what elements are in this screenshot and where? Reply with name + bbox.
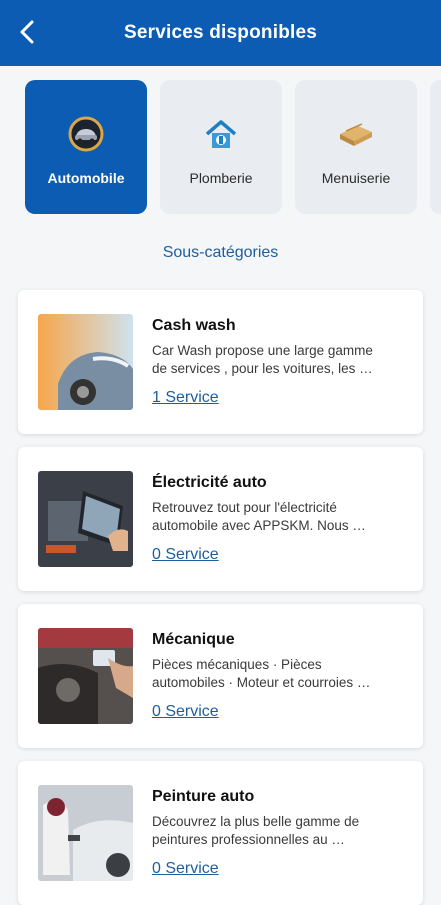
category-menuiserie[interactable]: Menuiserie bbox=[295, 80, 417, 214]
subcategory-heading: Sous-catégories bbox=[162, 244, 279, 261]
service-description: Pièces mécaniques · Pièces automobiles ·… bbox=[152, 657, 371, 690]
service-count-link[interactable]: 0 Service bbox=[152, 546, 219, 564]
service-count-link[interactable]: 0 Service bbox=[152, 860, 219, 878]
wood-planks-icon bbox=[336, 114, 376, 154]
service-description: Découvrez la plus belle gamme de peintur… bbox=[152, 814, 360, 847]
category-label: Automobile bbox=[47, 170, 125, 186]
category-label: Plomberie bbox=[189, 170, 253, 186]
category-carousel[interactable]: Automobile Plomberie Menuiserie bbox=[0, 80, 441, 216]
service-card-mecanique[interactable]: Mécanique Pièces mécaniques · Pièces aut… bbox=[18, 604, 423, 748]
service-description: Retrouvez tout pour l'électricité automo… bbox=[152, 500, 366, 533]
category-more[interactable] bbox=[430, 80, 441, 214]
arrow-left-icon bbox=[20, 20, 34, 44]
plumbing-house-icon bbox=[201, 114, 241, 154]
service-title: Cash wash bbox=[152, 317, 236, 334]
service-thumbnail bbox=[38, 314, 133, 410]
service-thumbnail bbox=[38, 471, 133, 567]
category-plomberie[interactable]: Plomberie bbox=[160, 80, 282, 214]
category-label: Menuiserie bbox=[321, 170, 391, 186]
app-header: Services disponibles bbox=[0, 0, 441, 66]
category-automobile[interactable]: Automobile bbox=[25, 80, 147, 214]
service-thumbnail bbox=[38, 785, 133, 881]
service-count-link[interactable]: 1 Service bbox=[152, 389, 219, 407]
service-title: Électricité auto bbox=[152, 474, 267, 491]
back-button[interactable] bbox=[10, 14, 46, 50]
service-count-link[interactable]: 0 Service bbox=[152, 703, 219, 721]
service-title: Mécanique bbox=[152, 631, 235, 648]
car-wash-icon bbox=[66, 114, 106, 154]
service-description: Car Wash propose une large gamme de serv… bbox=[152, 343, 373, 376]
service-card-electricite[interactable]: Électricité auto Retrouvez tout pour l'é… bbox=[18, 447, 423, 591]
service-card-peinture[interactable]: Peinture auto Découvrez la plus belle ga… bbox=[18, 761, 423, 905]
page-title: Services disponibles bbox=[123, 22, 318, 43]
service-card-car-wash[interactable]: Cash wash Car Wash propose une large gam… bbox=[18, 290, 423, 434]
service-title: Peinture auto bbox=[152, 788, 255, 805]
service-thumbnail bbox=[38, 628, 133, 724]
